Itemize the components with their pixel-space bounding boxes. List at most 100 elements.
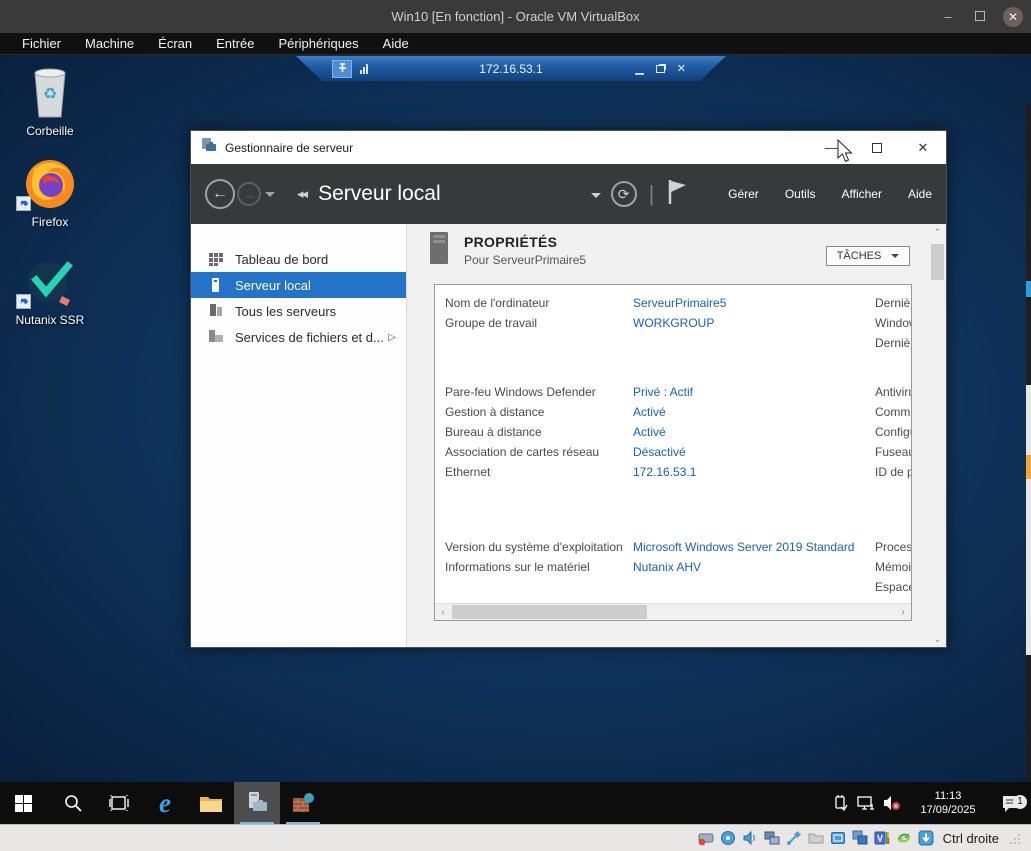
menu-aide-sm[interactable]: Aide (908, 187, 932, 201)
vbox-titlebar: Win10 [En fonction] - Oracle VM VirtualB… (0, 0, 1031, 33)
sidebar-item-label: Tous les serveurs (235, 304, 336, 319)
menu-afficher[interactable]: Afficher (842, 187, 882, 201)
sidebar-item-serveur-local[interactable]: Serveur local (191, 272, 406, 298)
local-server-icon (209, 278, 225, 292)
server-manager-body: Tableau de bord Serveur local Tous les s… (191, 224, 946, 647)
shortcut-arrow-icon (16, 196, 31, 211)
prop-label: Association de cartes réseau (445, 442, 599, 462)
features-icon[interactable] (895, 829, 913, 847)
display-icon[interactable] (829, 829, 847, 847)
forward-button[interactable]: → (237, 182, 261, 206)
breadcrumb-dropdown-icon[interactable] (591, 193, 601, 203)
prop-value-link[interactable]: 172.16.53.1 (633, 462, 696, 482)
vbox-maximize-button[interactable] (971, 9, 989, 24)
menu-entree[interactable]: Entrée (206, 34, 264, 53)
offscreen-window-sliver (1026, 103, 1031, 829)
scroll-down-icon[interactable]: ⌄ (929, 631, 946, 647)
prop-value-link[interactable]: Activé (633, 402, 666, 422)
prop-value-link[interactable]: WORKGROUP (633, 313, 714, 333)
optical-disk-icon[interactable] (719, 829, 737, 847)
menu-ecran[interactable]: Écran (148, 34, 202, 53)
desktop-icon-nutanix-ssr[interactable]: Nutanix SSR (8, 251, 92, 327)
start-button[interactable] (0, 782, 46, 824)
desktop-icon-firefox[interactable]: Firefox (8, 153, 92, 229)
task-view-button[interactable] (96, 782, 142, 824)
firewall-app-button[interactable] (280, 782, 326, 824)
all-servers-icon (209, 304, 225, 318)
sm-maximize-button[interactable] (854, 131, 900, 164)
usb-device-icon[interactable] (827, 794, 853, 812)
hdd-icon[interactable] (697, 829, 715, 847)
scroll-up-icon[interactable]: ⌃ (929, 224, 946, 240)
shared-folder-icon[interactable] (807, 829, 825, 847)
breadcrumb-collapse-icon[interactable]: ◂◂ (297, 186, 306, 202)
vbox-close-button[interactable]: ✕ (1003, 7, 1023, 27)
server-manager-taskbar-button[interactable] (234, 782, 280, 824)
notifications-flag-icon[interactable] (668, 179, 688, 210)
resize-grip[interactable] (1009, 832, 1021, 844)
prop-value-link[interactable]: ServeurPrimaire5 (633, 293, 726, 313)
usb-icon[interactable] (785, 829, 803, 847)
search-button[interactable] (50, 782, 96, 824)
prop-value: Microsoft Windows Server 2019 Standard (633, 537, 854, 557)
server-manager-navbar: ← → ◂◂ Serveur local ⟳ | Gérer Outils (191, 164, 946, 224)
rdp-restore-button[interactable] (656, 65, 665, 73)
file-explorer-button[interactable] (188, 782, 234, 824)
refresh-icon[interactable]: ⟳ (611, 181, 637, 207)
menu-gerer[interactable]: Gérer (728, 187, 759, 201)
sidebar-item-label: Serveur local (235, 278, 311, 293)
audio-icon[interactable] (741, 829, 759, 847)
server-manager-title: Gestionnaire de serveur (225, 141, 353, 155)
prop-label-truncated: Configu (875, 422, 912, 442)
horizontal-scrollbar[interactable]: ‹ › (435, 603, 911, 620)
scroll-right-icon[interactable]: › (895, 604, 911, 620)
sidebar-item-label: Services de fichiers et d... (235, 330, 384, 345)
file-services-icon (209, 330, 225, 344)
svg-text:♻: ♻ (43, 86, 57, 103)
breadcrumb[interactable]: Serveur local (318, 182, 441, 206)
network-icon[interactable] (763, 829, 781, 847)
menu-aide[interactable]: Aide (373, 34, 419, 53)
history-dropdown-icon[interactable] (265, 192, 275, 202)
scroll-left-icon[interactable]: ‹ (435, 604, 451, 620)
horizontal-scrollbar-thumb[interactable] (452, 605, 647, 619)
network-status-icon[interactable] (853, 795, 879, 811)
video-capture-icon[interactable]: V (873, 829, 891, 847)
prop-value-link[interactable]: Activé (633, 422, 666, 442)
prop-label-truncated: ID de p (875, 462, 912, 482)
vertical-scrollbar[interactable]: ⌃ ⌄ (929, 224, 946, 647)
rdp-close-button[interactable]: ✕ (677, 62, 686, 75)
sidebar-item-tous-les-serveurs[interactable]: Tous les serveurs (191, 298, 406, 324)
download-icon[interactable] (917, 829, 935, 847)
menu-fichier[interactable]: Fichier (12, 34, 71, 53)
sidebar-item-tableau-de-bord[interactable]: Tableau de bord (191, 246, 406, 272)
notification-badge: 1 (1013, 795, 1027, 809)
sm-close-button[interactable]: ✕ (900, 131, 946, 164)
prop-label: Informations sur le matériel (445, 557, 590, 577)
prop-value-link[interactable]: Désactivé (633, 442, 686, 462)
action-center-button[interactable]: 1 (991, 794, 1031, 813)
prop-value-link[interactable]: Privé : Actif (633, 382, 693, 402)
seamless-icon[interactable] (851, 829, 869, 847)
desktop-icon-label: Firefox (8, 215, 92, 229)
menu-peripheriques[interactable]: Périphériques (268, 34, 368, 53)
expand-arrow-icon[interactable]: ▷ (388, 332, 396, 343)
menu-outils[interactable]: Outils (785, 187, 816, 201)
prop-label-truncated: Espace (875, 577, 912, 597)
sm-sidebar: Tableau de bord Serveur local Tous les s… (191, 224, 407, 647)
volume-muted-icon[interactable] (879, 795, 905, 811)
taskbar: e (0, 782, 1031, 824)
prop-label-truncated: Mémoir (875, 557, 912, 577)
sidebar-item-label: Tableau de bord (235, 252, 328, 267)
rdp-minimize-button[interactable]: ▁ (635, 62, 643, 75)
taskbar-clock[interactable]: 11:13 17/09/2025 (911, 789, 985, 817)
desktop-icon-recycle-bin[interactable]: ♻ Corbeille (8, 62, 92, 138)
tasks-button[interactable]: TÂCHES (826, 246, 910, 266)
sidebar-item-services-fichiers[interactable]: Services de fichiers et d... ▷ (191, 324, 406, 350)
internet-explorer-button[interactable]: e (142, 782, 188, 824)
prop-label-truncated: Process (875, 537, 912, 557)
menu-machine[interactable]: Machine (75, 34, 144, 53)
vbox-minimize-button[interactable]: – (939, 9, 957, 24)
vertical-scrollbar-thumb[interactable] (931, 244, 944, 280)
back-button[interactable]: ← (205, 179, 235, 209)
